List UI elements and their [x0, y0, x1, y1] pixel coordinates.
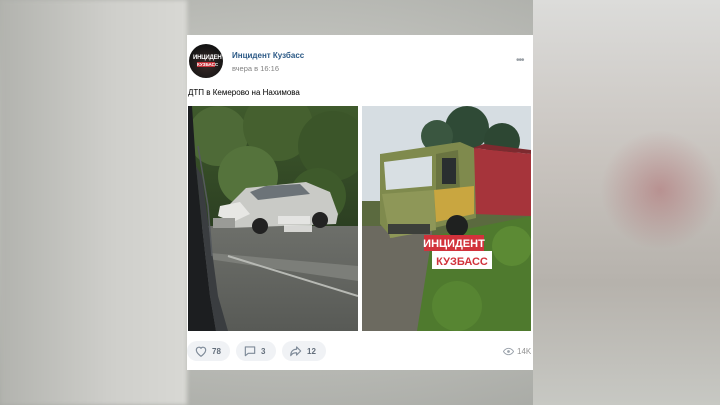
post-photo-1[interactable] — [188, 106, 358, 331]
post-author[interactable]: Инцидент Кузбасс — [232, 51, 304, 60]
photo-1-image — [188, 106, 358, 331]
like-button[interactable]: 78 — [187, 341, 230, 361]
views-count: 14K — [517, 347, 532, 356]
comment-count: 3 — [261, 346, 266, 356]
photo-2-image: ИНЦИДЕНТ КУЗБАСС — [362, 106, 531, 331]
share-icon — [290, 346, 302, 357]
background-blur — [600, 130, 720, 250]
share-button[interactable]: 12 — [282, 341, 326, 361]
heart-icon — [195, 346, 207, 357]
avatar-text-top: ИНЦИДЕНТ — [193, 55, 223, 61]
like-count: 78 — [212, 346, 221, 356]
share-count: 12 — [307, 346, 316, 356]
avatar-text-bottom: КУЗБАСС — [197, 62, 219, 67]
avatar[interactable]: ИНЦИДЕНТ КУЗБАСС — [189, 44, 223, 78]
post-photo-2[interactable]: ИНЦИДЕНТ КУЗБАСС — [362, 106, 531, 331]
views-counter: 14K — [503, 346, 531, 357]
eye-icon — [503, 347, 514, 356]
background-left — [0, 0, 187, 405]
photo-2-watermark-top: ИНЦИДЕНТ — [423, 238, 485, 250]
comment-button[interactable]: 3 — [236, 341, 276, 361]
post-card: ИНЦИДЕНТ КУЗБАСС Инцидент Кузбасс вчера … — [187, 35, 533, 370]
post-time[interactable]: вчера в 16:16 — [232, 64, 279, 73]
comment-icon — [244, 346, 256, 357]
more-options-icon[interactable]: ••• — [516, 55, 524, 66]
photo-2-watermark-bottom: КУЗБАСС — [436, 256, 488, 268]
post-text: ДТП в Кемерово на Нахимова — [188, 88, 300, 97]
